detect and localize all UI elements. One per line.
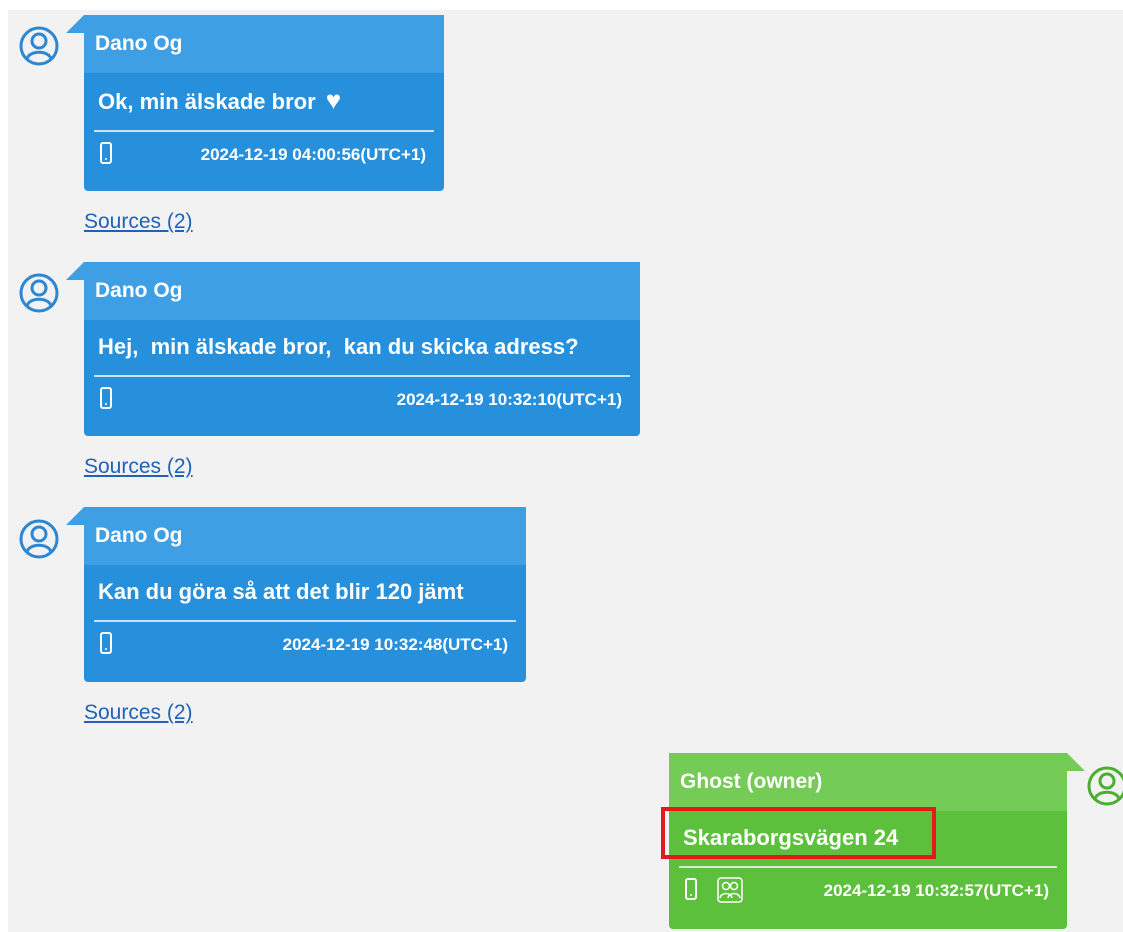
bubble-tail <box>1067 753 1085 771</box>
message-sender: Ghost (owner) <box>669 753 1067 811</box>
owner-avatar-icon <box>1087 766 1123 806</box>
phone-icon <box>685 878 697 900</box>
user-avatar-icon <box>19 273 59 313</box>
user-avatar-icon <box>19 26 59 66</box>
sources-link[interactable]: Sources (2) <box>84 210 193 234</box>
phone-icon <box>100 387 112 409</box>
message-sender: Dano Og <box>84 507 526 565</box>
message-footer: 2024-12-19 04:00:56(UTC+1) <box>96 132 432 178</box>
message-footer: 2024-12-19 10:32:10(UTC+1) <box>96 377 628 423</box>
sources-link[interactable]: Sources (2) <box>84 455 193 479</box>
sources-link[interactable]: Sources (2) <box>84 701 193 725</box>
message-bubble: Dano Og Kan du göra så att det blir 120 … <box>66 507 526 682</box>
bubble-tail <box>66 15 84 33</box>
message-timestamp: 2024-12-19 04:00:56(UTC+1) <box>200 145 426 164</box>
message-timestamp: 2024-12-19 10:32:48(UTC+1) <box>282 635 508 654</box>
bubble-tail <box>66 262 84 280</box>
message-timestamp: 2024-12-19 10:32:10(UTC+1) <box>396 390 622 409</box>
message-bubble: Dano Og Ok, min älskade bror ♥ 2024-12-1… <box>66 15 444 191</box>
message-timestamp: 2024-12-19 10:32:57(UTC+1) <box>823 881 1049 900</box>
bubble-tail <box>66 507 84 525</box>
message-footer: 2024-12-19 10:32:48(UTC+1) <box>96 622 514 668</box>
message-footer: 2024-12-19 10:32:57(UTC+1) <box>681 868 1055 914</box>
message-text-row: Ok, min älskade bror ♥ <box>84 73 444 122</box>
group-icon <box>717 877 743 903</box>
highlight-box <box>661 807 936 859</box>
message-text: Kan du göra så att det blir 120 jämt <box>98 579 464 604</box>
phone-icon <box>100 142 112 164</box>
message-sender: Dano Og <box>84 15 444 73</box>
heart-icon: ♥ <box>325 85 342 115</box>
user-avatar-icon <box>19 519 59 559</box>
phone-icon <box>100 632 112 654</box>
message-sender: Dano Og <box>84 262 640 320</box>
message-bubble: Dano Og Hej, min älskade bror, kan du sk… <box>66 262 640 436</box>
message-text: Hej, min älskade bror, kan du skicka adr… <box>98 334 579 359</box>
message-text: Ok, min älskade bror <box>98 89 316 114</box>
